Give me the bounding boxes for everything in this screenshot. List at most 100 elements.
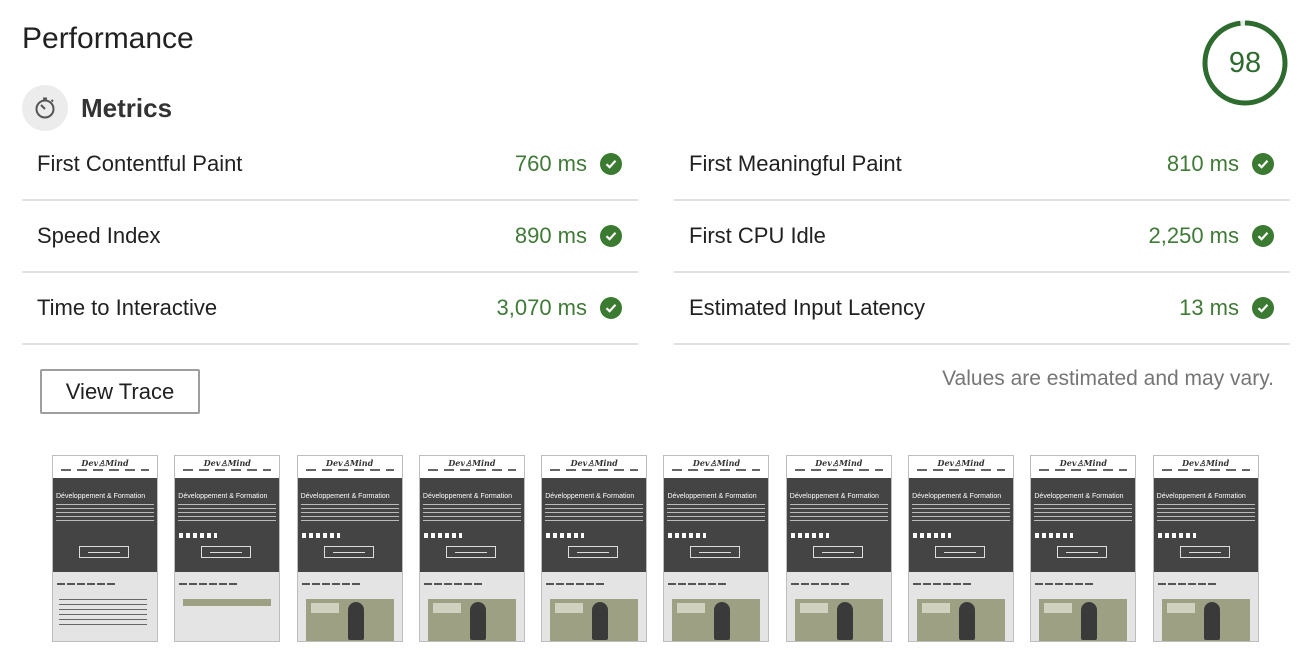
check-icon [600,225,622,247]
metric-value: 2,250 ms [1148,223,1240,248]
frame-social-icons [668,533,707,538]
filmstrip-frame: Dev♙Mind Développement & Formation [541,455,648,642]
frame-subheading [1157,583,1218,585]
frame-hero-title: Développement & Formation [56,493,146,500]
frame-page-header: Dev♙Mind [53,456,157,478]
section-title: Performance [22,22,194,55]
frame-nav [427,469,516,471]
metric-label: Speed Index [37,223,161,248]
frame-subheading [668,583,729,585]
frame-nav [794,469,883,471]
frame-social-icons [179,533,218,538]
frame-page-header: Dev♙Mind [175,456,280,478]
check-icon [1252,297,1274,319]
frame-page-header: Dev♙Mind [1031,456,1136,478]
metric-value: 13 ms [1179,295,1239,320]
frame-social-icons [790,533,829,538]
frame-subheading [57,583,117,585]
frame-social-icons [546,533,585,538]
frame-hero-button [323,546,374,558]
frame-hero: Développement & Formation [664,478,769,572]
frame-nav [917,469,1006,471]
filmstrip-frame: Dev♙Mind Développement & Formation [418,455,525,642]
frame-page-header: Dev♙Mind [786,456,891,478]
frame-hero-text [667,504,766,524]
frame-social-icons [423,533,462,538]
frame-hero-button [1057,546,1108,558]
frame-nav [550,469,639,471]
frame-hero: Développement & Formation [175,478,280,572]
frame-hero-text [422,504,521,524]
frame-image [917,599,1006,641]
frame-hero: Développement & Formation [909,478,1014,572]
view-trace-button[interactable]: View Trace [40,369,200,414]
metric-row: First Meaningful Paint 810 ms [674,129,1290,201]
frame-nav [183,469,272,471]
frame-hero-text [789,504,888,524]
stopwatch-icon [22,85,68,131]
frame-page-header: Dev♙Mind [664,456,769,478]
frame-hero-title: Développement & Formation [300,493,390,500]
filmstrip-frame: Dev♙Mind Développement & Formation [1030,455,1137,642]
metric-label: First Contentful Paint [37,151,243,176]
metric-label: First Meaningful Paint [689,151,902,176]
frame-image [427,599,516,641]
metric-value: 3,070 ms [496,295,588,320]
frame-logo: Dev♙Mind [1182,458,1230,468]
frame-image [1161,599,1250,641]
frame-nav [1039,469,1128,471]
frame-hero-title: Développement & Formation [1034,493,1124,500]
frame-subheading [301,583,362,585]
filmstrip-frame: Dev♙Mind Développement & Formation [174,455,281,642]
metric-value: 890 ms [514,223,587,248]
frame-subheading [546,583,607,585]
frame-logo: Dev♙Mind [937,458,985,468]
score-gauge[interactable]: 98 [1200,18,1290,108]
frame-nav [61,469,149,471]
frame-social-icons [1035,533,1074,538]
frame-image [672,599,761,641]
frame-hero-title: Développement & Formation [912,493,1002,500]
frame-nav [672,469,761,471]
frame-hero-title: Développement & Formation [422,493,512,500]
filmstrip-frame: Dev♙Mind Développement & Formation [908,455,1015,642]
check-icon [1252,225,1274,247]
frame-hero: Développement & Formation [297,478,402,572]
frame-hero-button [445,546,496,558]
frame-hero-title: Développement & Formation [789,493,879,500]
frame-social-icons [1157,533,1196,538]
metric-row: First Contentful Paint 760 ms [22,129,638,201]
frame-subheading [423,583,484,585]
frame-hero-text [300,504,399,524]
frame-image [1039,599,1128,641]
filmstrip-frame: Dev♙Mind Développement & Formation [296,455,403,642]
filmstrip-frame: Dev♙Mind Développement & Formation [785,455,892,642]
frame-hero-text [1156,504,1255,524]
frame-hero-text [178,504,277,524]
frame-hero: Développement & Formation [1153,478,1258,572]
frame-hero-button [935,546,986,558]
frame-subheading [179,583,240,585]
frame-hero-text [912,504,1011,524]
frame-hero-text [56,504,154,524]
frame-hero-button [79,546,129,558]
frame-hero-text [1034,504,1133,524]
frame-hero: Développement & Formation [542,478,647,572]
frame-hero-title: Développement & Formation [667,493,757,500]
metrics-title: Metrics [81,92,173,123]
frame-hero: Développement & Formation [1031,478,1136,572]
frame-page-header: Dev♙Mind [297,456,402,478]
frame-hero-button [1179,546,1230,558]
frame-subheading [790,583,851,585]
metric-label: Estimated Input Latency [689,295,926,320]
frame-logo: Dev♙Mind [448,458,496,468]
frame-hero: Développement & Formation [53,478,157,572]
frame-logo: Dev♙Mind [1059,458,1107,468]
frame-hero-text [545,504,644,524]
frame-hero-button [201,546,252,558]
frame-image [305,599,394,641]
frame-social-icons [913,533,952,538]
frame-hero: Développement & Formation [419,478,524,572]
metric-row: First CPU Idle 2,250 ms [674,201,1290,273]
check-icon [1252,153,1274,175]
